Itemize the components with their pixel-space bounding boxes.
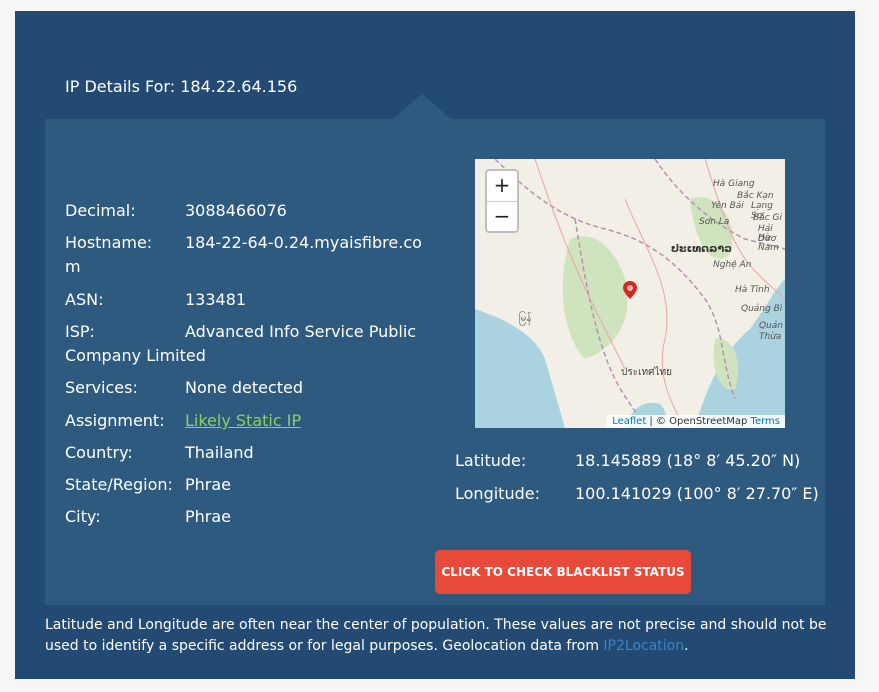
leaflet-link[interactable]: Leaflet (612, 416, 646, 427)
isp-row: ISP: Advanced Info Service Public Company… (65, 320, 425, 368)
longitude-label: Longitude: (455, 484, 540, 503)
page-title: IP Details For: 184.22.64.156 (65, 77, 298, 96)
latitude-value: 18.145889 (18° 8′ 45.20″ N) (575, 451, 801, 470)
asn-value: 133481 (185, 290, 247, 309)
ip2location-link[interactable]: IP2Location (603, 638, 684, 654)
hostname-label: Hostname: (65, 233, 153, 252)
disclaimer-text: Latitude and Longitude are often near th… (45, 617, 827, 654)
panel-notch (393, 94, 451, 119)
city-label: City: (65, 507, 101, 526)
country-label: Country: (65, 443, 133, 462)
asn-label: ASN: (65, 290, 104, 309)
disclaimer-end: . (684, 638, 689, 654)
longitude-value: 100.141029 (100° 8′ 27.70″ E) (575, 484, 819, 503)
map-label: Quản (759, 321, 784, 331)
decimal-value: 3088466076 (185, 201, 287, 220)
check-blacklist-button[interactable]: CLICK TO CHECK BLACKLIST STATUS (435, 550, 691, 594)
isp-label: ISP: (65, 322, 95, 341)
latitude-row: Latitude: 18.145889 (18° 8′ 45.20″ N) (455, 449, 825, 473)
map-label: Hà Nam (758, 233, 780, 253)
map-label: မြန် (519, 313, 532, 324)
map-label: Hà Tĩnh (735, 285, 770, 295)
map-label: Yên Bái (711, 201, 744, 211)
assignment-row: Assignment: Likely Static IP (65, 409, 425, 433)
state-label: State/Region: (65, 475, 173, 494)
longitude-row: Longitude: 100.141029 (100° 8′ 27.70″ E) (455, 482, 825, 506)
zoom-out-button[interactable]: − (487, 202, 517, 232)
osm-attribution: | © OpenStreetMap (646, 416, 751, 427)
map-label: ປະເທດລາວ (671, 242, 733, 255)
city-row: City: Phrae (65, 505, 425, 529)
map-label: Thừa (759, 332, 782, 342)
details-panel: Decimal: 3088466076 Hostname: 184-22-64-0.… (45, 119, 825, 605)
map-label: Bắc Kạn (737, 191, 774, 201)
zoom-in-button[interactable]: + (487, 171, 517, 202)
location-marker-icon[interactable] (623, 281, 637, 299)
map-label: Nghệ An (713, 260, 752, 270)
hostname-row: Hostname: 184-22-64-0.24.myaisfibre.com (65, 231, 425, 279)
ip-details-card: IP Details For: 184.22.64.156 Decimal: 30… (15, 11, 855, 679)
latitude-label: Latitude: (455, 451, 527, 470)
terms-link[interactable]: Terms (751, 416, 780, 427)
assignment-link[interactable]: Likely Static IP (185, 411, 301, 430)
city-value: Phrae (185, 507, 232, 526)
map-label: Bắc Gi (753, 213, 782, 223)
map-attribution: Leaflet | © OpenStreetMap Terms (607, 415, 785, 428)
services-value: None detected (185, 378, 304, 397)
map-label: Sơn La (699, 217, 730, 227)
decimal-label: Decimal: (65, 201, 136, 220)
services-row: Services: None detected (65, 376, 425, 400)
state-row: State/Region: Phrae (65, 473, 425, 497)
assignment-label: Assignment: (65, 411, 165, 430)
geolocation-disclaimer: Latitude and Longitude are often near th… (45, 615, 835, 657)
map-label: Hà Giang (713, 179, 755, 189)
map-label: Quảng Bì (741, 304, 783, 314)
country-row: Country: Thailand (65, 441, 425, 465)
country-value: Thailand (185, 443, 254, 462)
asn-row: ASN: 133481 (65, 288, 425, 312)
location-map[interactable]: Hà Giang Bắc Kạn Yên Bái Lạng Sơ Sơn La … (475, 159, 785, 428)
decimal-row: Decimal: 3088466076 (65, 199, 425, 223)
state-value: Phrae (185, 475, 232, 494)
map-label: ประเทศไทย (621, 367, 672, 378)
map-zoom-control: + − (485, 169, 519, 233)
services-label: Services: (65, 378, 138, 397)
